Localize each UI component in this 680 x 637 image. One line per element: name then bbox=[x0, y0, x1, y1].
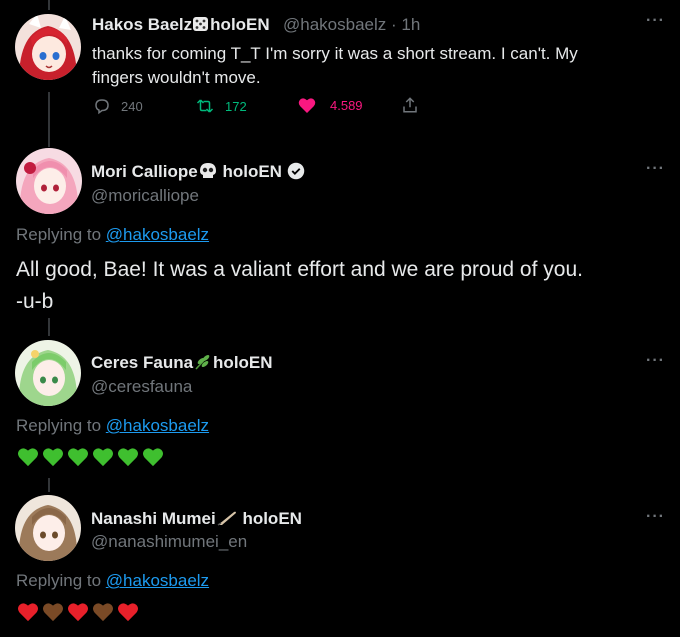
replying-to-link[interactable]: @hakosbaelz bbox=[106, 225, 209, 244]
tweet-text-line1: thanks for coming T_T I'm sorry it was a… bbox=[92, 44, 578, 63]
avatar-hakos-baelz[interactable] bbox=[15, 14, 81, 80]
green-heart-icon bbox=[18, 448, 38, 467]
red-heart-icon bbox=[18, 603, 38, 622]
replying-prefix: Replying to bbox=[16, 571, 102, 590]
retweet-count: 172 bbox=[225, 98, 247, 114]
herb-emoji-icon bbox=[193, 353, 213, 376]
thread-line-top bbox=[48, 0, 50, 10]
author-handle[interactable]: @hakosbaelz · 1h bbox=[283, 15, 420, 35]
avatar-mori-calliope[interactable] bbox=[16, 148, 82, 214]
replying-to-link[interactable]: @hakosbaelz bbox=[106, 416, 209, 435]
verified-badge-icon bbox=[287, 162, 305, 185]
replying-prefix: Replying to bbox=[16, 225, 102, 244]
author-name[interactable]: Ceres Fauna holoEN bbox=[91, 353, 273, 376]
reply-text: All good, Bae! It was a valiant effort a… bbox=[16, 254, 676, 318]
brown-heart-icon bbox=[43, 603, 63, 622]
retweet-icon bbox=[195, 97, 215, 115]
reply-emoji-row bbox=[17, 447, 164, 467]
author-suffix: holoEN bbox=[210, 15, 270, 34]
reply-text-line1: All good, Bae! It was a valiant effort a… bbox=[16, 258, 583, 281]
reply-text-line2: -u-b bbox=[16, 290, 54, 313]
thread-line-2 bbox=[48, 478, 50, 492]
thread-line-main bbox=[48, 92, 50, 147]
share-button[interactable] bbox=[401, 95, 419, 115]
author-handle[interactable]: @nanashimumei_en bbox=[91, 532, 247, 552]
author-name[interactable]: Nanashi Mumei holoEN bbox=[91, 509, 302, 532]
tweet-text-line2: fingers wouldn't move. bbox=[92, 68, 261, 87]
author-handle-text: @hakosbaelz bbox=[283, 15, 387, 34]
author-name-text: Mori Calliope bbox=[91, 162, 198, 181]
like-button[interactable]: 4.589 bbox=[298, 97, 363, 114]
author-suffix: holoEN bbox=[222, 162, 282, 181]
green-heart-icon bbox=[68, 448, 88, 467]
green-heart-icon bbox=[93, 448, 113, 467]
replying-prefix: Replying to bbox=[16, 416, 102, 435]
reply-icon bbox=[93, 97, 111, 115]
author-name-text: Nanashi Mumei bbox=[91, 509, 216, 528]
more-icon[interactable]: ··· bbox=[646, 352, 665, 370]
more-icon[interactable]: ··· bbox=[646, 508, 665, 526]
share-icon bbox=[401, 95, 419, 115]
like-count: 4.589 bbox=[330, 98, 363, 113]
more-icon[interactable]: ··· bbox=[646, 12, 665, 30]
author-handle[interactable]: @moricalliope bbox=[91, 186, 199, 206]
replying-to-link[interactable]: @hakosbaelz bbox=[106, 571, 209, 590]
author-name[interactable]: Hakos Baelz holoEN bbox=[92, 15, 270, 38]
replying-to: Replying to @hakosbaelz bbox=[16, 571, 209, 591]
tweet-text: thanks for coming T_T I'm sorry it was a… bbox=[92, 42, 662, 90]
quill-emoji-icon bbox=[216, 509, 238, 532]
avatar-nanashi-mumei[interactable] bbox=[15, 495, 81, 561]
reply-emoji-row bbox=[17, 602, 139, 622]
author-name-text: Ceres Fauna bbox=[91, 353, 194, 372]
avatar-ceres-fauna[interactable] bbox=[15, 340, 81, 406]
author-name[interactable]: Mori Calliope holoEN bbox=[91, 162, 305, 185]
green-heart-icon bbox=[143, 448, 163, 467]
replying-to: Replying to @hakosbaelz bbox=[16, 416, 209, 436]
red-heart-icon bbox=[68, 603, 88, 622]
skull-emoji-icon bbox=[198, 162, 218, 185]
green-heart-icon bbox=[118, 448, 138, 467]
green-heart-icon bbox=[43, 448, 63, 467]
reply-count: 240 bbox=[121, 98, 143, 114]
thread-line-1 bbox=[48, 318, 50, 336]
author-suffix: holoEN bbox=[242, 509, 302, 528]
dice-emoji-icon bbox=[192, 15, 210, 38]
tweet-time[interactable]: · 1h bbox=[391, 15, 420, 34]
heart-icon bbox=[298, 97, 316, 114]
more-icon[interactable]: ··· bbox=[646, 160, 665, 178]
replying-to: Replying to @hakosbaelz bbox=[16, 225, 209, 245]
retweet-button[interactable]: 172 bbox=[195, 97, 247, 115]
brown-heart-icon bbox=[93, 603, 113, 622]
reply-button[interactable]: 240 bbox=[93, 97, 143, 115]
author-name-text: Hakos Baelz bbox=[92, 15, 193, 34]
red-heart-icon bbox=[118, 603, 138, 622]
author-suffix: holoEN bbox=[213, 353, 273, 372]
author-handle[interactable]: @ceresfauna bbox=[91, 377, 192, 397]
